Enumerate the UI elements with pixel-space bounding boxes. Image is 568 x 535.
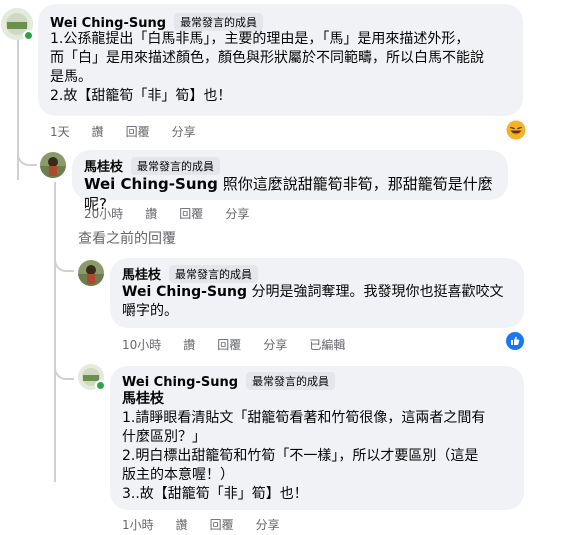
comment-text-line: 分明是強詞奪理。我發現你也挺喜歡咬文 — [247, 284, 504, 300]
comment-author[interactable]: 馬桂枝 — [122, 268, 161, 283]
comment-author[interactable]: Wei Ching-Sung — [122, 375, 238, 390]
timestamp[interactable]: 20小時 — [84, 205, 123, 222]
reply-button[interactable]: 回覆 — [179, 205, 203, 222]
haha-emoji-icon[interactable] — [506, 120, 526, 140]
online-status-dot — [23, 30, 34, 41]
comment-text-line: 2.故【甜籠筍「非」筍】也！ — [50, 88, 232, 104]
mention-link[interactable]: Wei Ching-Sung — [84, 175, 218, 193]
view-previous-replies-link[interactable]: 查看之前的回覆 — [78, 228, 176, 248]
edited-label[interactable]: 已編輯 — [309, 336, 345, 353]
mention-link[interactable]: Wei Ching-Sung — [122, 284, 247, 300]
comment-text-line: 2.明白標出甜籠筍和竹筍「不一樣」，所以才要區別（這是 — [122, 448, 479, 464]
comment-text-line: 什麼區別？」 — [122, 429, 206, 445]
avatar[interactable] — [40, 152, 66, 178]
like-icon[interactable] — [506, 332, 524, 350]
comment-actions-c1: 1天 讚 回覆 分享 — [50, 123, 218, 140]
reply-button[interactable]: 回覆 — [126, 123, 150, 140]
comment-text-line: 1.請睜眼看清貼文「甜籠筍看著和竹筍很像，這兩者之間有 — [122, 410, 486, 426]
thread-connector-c4 — [54, 356, 74, 380]
comment-bubble-c3: 馬桂枝 最常發言的成員 Wei Ching-Sung 分明是強詞奪理。我發現你也挺… — [110, 258, 524, 328]
avatar-image — [40, 152, 66, 178]
like-button[interactable]: 讚 — [176, 516, 188, 533]
mention-link[interactable]: 馬桂枝 — [122, 390, 512, 409]
comment-text-line: 版主的本意喔！） — [122, 467, 234, 483]
reply-button[interactable]: 回覆 — [210, 516, 234, 533]
comment-author[interactable]: Wei Ching-Sung — [50, 16, 166, 31]
share-button[interactable]: 分享 — [256, 516, 280, 533]
thread-line-sub — [54, 182, 56, 482]
avatar-image — [78, 260, 104, 286]
reply-button[interactable]: 回覆 — [217, 336, 241, 353]
share-button[interactable]: 分享 — [172, 123, 196, 140]
online-status-dot — [95, 380, 106, 391]
comment-author[interactable]: 馬桂枝 — [84, 160, 123, 175]
comment-actions-c4: 1小時 讚 回覆 分享 — [122, 516, 302, 533]
thread-connector-c3 — [54, 250, 74, 272]
comment-bubble-c1: Wei Ching-Sung 最常發言的成員 1.公孫龍提出「白馬非馬」，主要的理… — [38, 4, 523, 116]
comment-text-line: 1.公孫龍提出「白馬非馬」，主要的理由是，「馬」是用來描述外形， — [50, 31, 470, 47]
timestamp[interactable]: 1小時 — [122, 516, 154, 533]
timestamp[interactable]: 10小時 — [122, 336, 161, 353]
member-badge[interactable]: 最常發言的成員 — [131, 157, 221, 175]
avatar[interactable] — [78, 260, 104, 286]
comment-text-line: 嚼字的。 — [122, 303, 178, 319]
comment-bubble-c2: 馬桂枝 最常發言的成員 Wei Ching-Sung 照你這麼說甜籠筍非筍，那甜籠… — [72, 150, 508, 213]
thread-connector-c2 — [17, 140, 37, 166]
timestamp[interactable]: 1天 — [50, 123, 70, 140]
comment-actions-c3: 10小時 讚 回覆 分享 已編輯 — [122, 336, 367, 353]
comment-text-line: 而「白」是用來描述顏色，顏色與形狀屬於不同範疇，所以白馬不能說 — [50, 50, 484, 66]
member-badge[interactable]: 最常發言的成員 — [169, 265, 259, 283]
like-button[interactable]: 讚 — [145, 205, 157, 222]
share-button[interactable]: 分享 — [225, 205, 249, 222]
like-button[interactable]: 讚 — [92, 123, 104, 140]
comment-bubble-c4: Wei Ching-Sung 最常發言的成員 馬桂枝 1.請睜眼看清貼文「甜籠筍看… — [110, 366, 524, 510]
like-button[interactable]: 讚 — [183, 336, 195, 353]
member-badge[interactable]: 最常發言的成員 — [246, 372, 336, 390]
comment-text-line: 3..故【甜籠筍「非」筍】也！ — [122, 486, 308, 502]
comment-actions-c2: 20小時 讚 回覆 分享 — [84, 205, 271, 222]
share-button[interactable]: 分享 — [263, 336, 287, 353]
comment-text-line: 是馬。 — [50, 69, 92, 85]
member-badge[interactable]: 最常發言的成員 — [174, 13, 264, 31]
